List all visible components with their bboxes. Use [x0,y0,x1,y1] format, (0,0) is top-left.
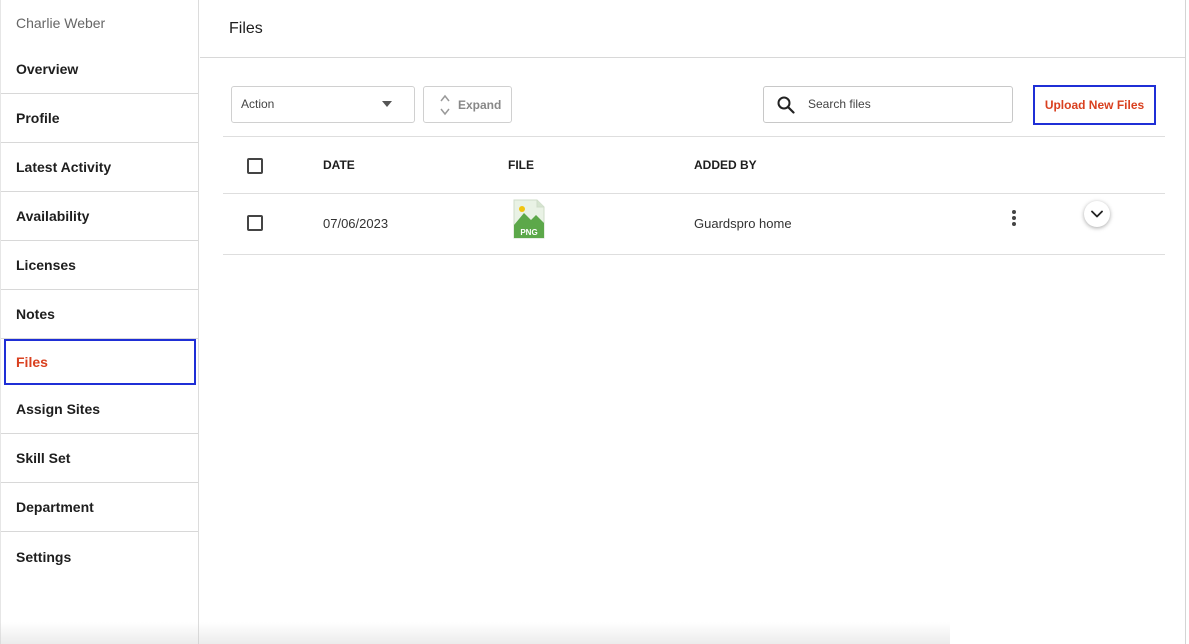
action-dropdown-label: Action [241,97,275,111]
row-expand-button[interactable] [1084,201,1110,227]
page-title: Files [200,0,1185,58]
search-box [763,86,1013,123]
column-header-file[interactable]: FILE [508,158,534,172]
search-icon [777,96,795,114]
png-file-icon[interactable]: PNG [513,199,545,239]
chevron-up-down-icon [440,94,450,116]
search-input[interactable] [808,97,998,111]
sidebar-user-name: Charlie Weber [16,15,106,31]
expand-button-label: Expand [458,98,502,112]
files-table: DATE FILE ADDED BY 07/06/2023 PNG Guards… [223,136,1165,255]
caret-down-icon [382,101,392,107]
expand-button[interactable]: Expand [423,86,512,123]
row-checkbox[interactable] [247,215,263,231]
column-header-added-by[interactable]: ADDED BY [694,158,757,172]
sidebar-item-assign-sites[interactable]: Assign Sites [1,385,198,434]
upload-new-files-button[interactable]: Upload New Files [1033,85,1156,125]
sidebar-item-skill-set[interactable]: Skill Set [1,434,198,483]
sidebar-item-notes[interactable]: Notes [1,290,198,339]
svg-text:PNG: PNG [520,228,537,237]
main-content: Files Action Expand Upload New Files DAT… [200,0,1186,644]
sidebar-item-overview[interactable]: Overview [1,45,198,94]
sidebar-item-licenses[interactable]: Licenses [1,241,198,290]
row-date: 07/06/2023 [323,216,389,231]
sidebar-item-availability[interactable]: Availability [1,192,198,241]
sidebar-item-profile[interactable]: Profile [1,94,198,143]
sidebar-item-files[interactable]: Files [4,339,196,385]
kebab-menu-icon[interactable] [1008,210,1020,230]
table-header: DATE FILE ADDED BY [223,136,1165,194]
row-added-by: Guardspro home [694,216,792,231]
toolbar: Action Expand Upload New Files [200,58,1186,136]
sidebar-item-settings[interactable]: Settings [1,532,198,581]
chevron-down-icon [1091,210,1103,218]
sidebar-item-department[interactable]: Department [1,483,198,532]
action-dropdown[interactable]: Action [231,86,415,123]
sidebar-item-latest-activity[interactable]: Latest Activity [1,143,198,192]
sidebar: Charlie Weber Overview Profile Latest Ac… [0,0,199,644]
column-header-date[interactable]: DATE [323,158,355,172]
table-row: 07/06/2023 PNG Guardspro home [223,194,1165,255]
select-all-checkbox[interactable] [247,158,263,174]
